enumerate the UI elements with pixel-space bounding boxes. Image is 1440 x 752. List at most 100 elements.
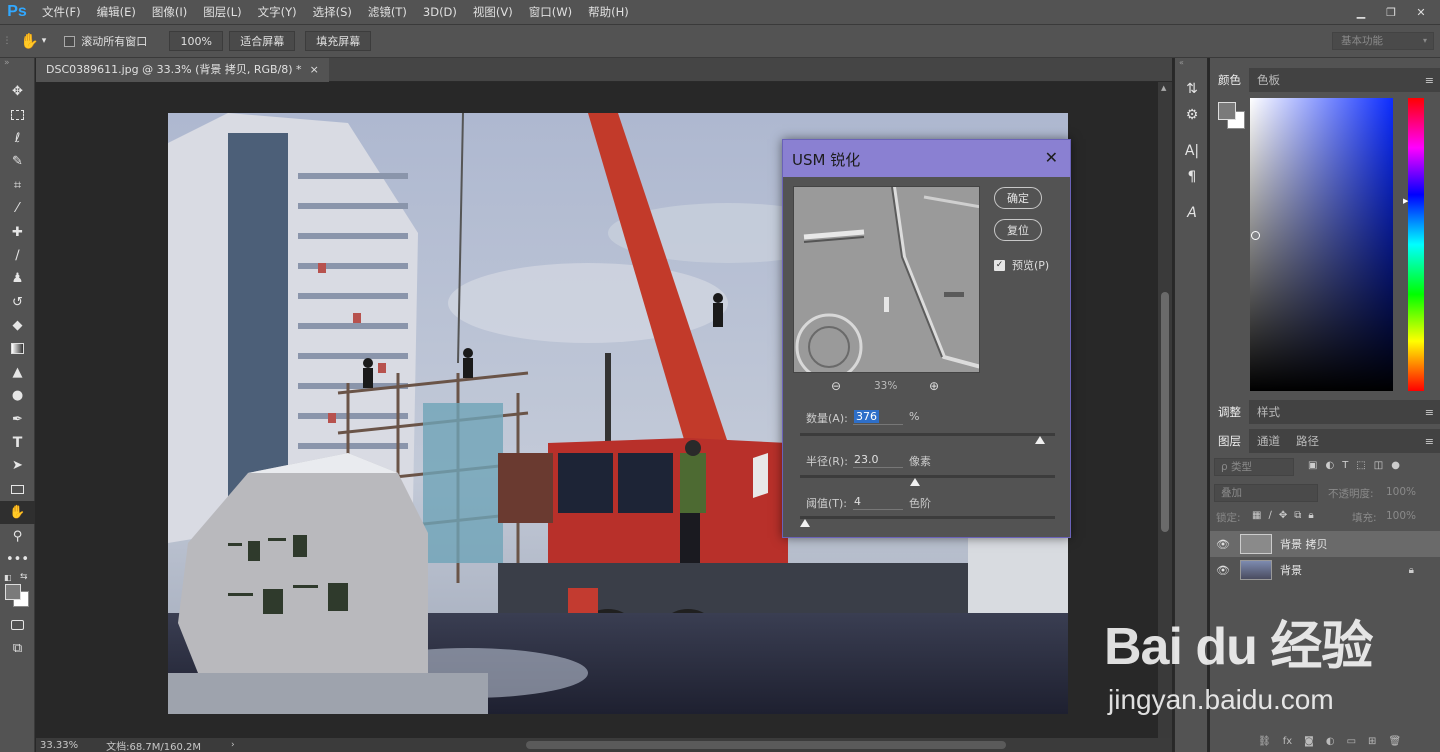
delete-layer-icon[interactable]: 🗑︎ <box>1388 736 1401 747</box>
dodge-tool-icon[interactable]: ● <box>0 384 35 407</box>
zoom-out-icon[interactable]: ⊖ <box>831 379 841 393</box>
filter-smart-icon[interactable]: ◫ <box>1374 460 1383 471</box>
lock-position-icon[interactable]: ✥ <box>1279 510 1287 521</box>
minimize-icon[interactable]: ▁ <box>1346 0 1376 24</box>
screen-mode-icon[interactable]: ⧉ <box>0 637 35 660</box>
menu-help[interactable]: 帮助(H) <box>580 0 637 24</box>
tab-layers[interactable]: 图层 <box>1210 429 1249 453</box>
tab-adjustments[interactable]: 调整 <box>1210 400 1249 424</box>
horizontal-scroll-thumb[interactable] <box>526 741 1006 749</box>
clone-stamp-tool-icon[interactable]: ♟ <box>0 267 35 290</box>
healing-brush-tool-icon[interactable]: ✚ <box>0 220 35 243</box>
color-panel-menu-icon[interactable]: ≡ <box>1425 74 1434 87</box>
scroll-all-windows[interactable]: 滚动所有窗口 <box>64 33 147 49</box>
layer-row-background-copy[interactable]: 👁︎ 背景 拷贝 <box>1210 531 1440 557</box>
link-layers-icon[interactable]: ⛓ <box>1258 736 1271 747</box>
radius-slider[interactable] <box>800 475 1055 478</box>
filter-toggle-icon[interactable]: ● <box>1391 460 1400 471</box>
zoom-100-button[interactable]: 100% <box>169 31 224 51</box>
crop-tool-icon[interactable]: ⌗ <box>0 174 35 197</box>
new-layer-icon[interactable]: ⊞ <box>1368 736 1376 747</box>
zoom-tool-icon[interactable]: ⚲ <box>0 524 35 547</box>
menu-window[interactable]: 窗口(W) <box>521 0 580 24</box>
zoom-in-icon[interactable]: ⊕ <box>929 379 939 393</box>
menu-file[interactable]: 文件(F) <box>34 0 89 24</box>
move-tool-icon[interactable]: ✥ <box>0 80 35 103</box>
adjust-panel-menu-icon[interactable]: ≡ <box>1425 406 1434 419</box>
tab-paths[interactable]: 路径 <box>1288 429 1327 453</box>
color-fg-swatch-front[interactable] <box>1218 102 1236 120</box>
layer-name[interactable]: 背景 拷贝 <box>1280 536 1328 552</box>
lock-artboard-icon[interactable]: ⧉ <box>1294 510 1301 521</box>
status-zoom[interactable]: 33.33% <box>40 740 78 751</box>
lock-all-icon[interactable]: 🔒︎ <box>1308 510 1313 521</box>
amount-input[interactable]: 376 <box>853 409 903 425</box>
pen-tool-icon[interactable]: ✒ <box>0 407 35 430</box>
quick-select-tool-icon[interactable]: ✎ <box>0 150 35 173</box>
tab-channels[interactable]: 通道 <box>1249 429 1288 453</box>
preview-checkbox[interactable]: ✓ <box>994 259 1005 271</box>
vertical-scroll-thumb[interactable] <box>1161 292 1169 532</box>
opacity-value[interactable]: 100% <box>1386 486 1432 498</box>
marquee-tool-icon[interactable] <box>0 103 35 126</box>
threshold-slider-thumb[interactable] <box>800 519 811 527</box>
layer-kind-filter[interactable]: ρ 类型 <box>1214 458 1294 476</box>
blur-tool-icon[interactable]: ▲ <box>0 361 35 384</box>
rectangle-tool-icon[interactable] <box>0 478 35 501</box>
collapse-toolbar-icon[interactable]: » <box>0 58 34 80</box>
fill-screen-button[interactable]: 填充屏幕 <box>305 31 372 51</box>
tab-swatches[interactable]: 色板 <box>1249 68 1288 92</box>
paragraph-panel-icon[interactable]: ¶ <box>1175 164 1209 190</box>
filter-pixel-icon[interactable]: ▣ <box>1308 460 1317 471</box>
menu-image[interactable]: 图像(I) <box>144 0 195 24</box>
tab-color[interactable]: 颜色 <box>1210 68 1249 92</box>
default-colors-icon[interactable]: ◧ <box>4 573 12 582</box>
layer-visibility-eye-icon[interactable]: 👁︎ <box>1210 538 1236 551</box>
document-tab[interactable]: DSC0389611.jpg @ 33.3% (背景 拷贝, RGB/8) * … <box>36 58 329 82</box>
foreground-color-swatch[interactable] <box>5 584 21 601</box>
status-menu-arrow-icon[interactable]: › <box>231 740 235 750</box>
threshold-slider[interactable] <box>800 516 1055 519</box>
radius-slider-thumb[interactable] <box>909 478 920 486</box>
eraser-tool-icon[interactable]: ◆ <box>0 314 35 337</box>
fill-value[interactable]: 100% <box>1386 510 1416 522</box>
hue-slider[interactable] <box>1408 98 1424 391</box>
layer-style-icon[interactable]: fx <box>1283 736 1292 747</box>
color-picker-field[interactable] <box>1250 98 1393 391</box>
brush-tool-icon[interactable]: ∕ <box>0 244 35 267</box>
history-brush-tool-icon[interactable]: ↺ <box>0 291 35 314</box>
layers-panel-menu-icon[interactable]: ≡ <box>1425 435 1434 448</box>
swap-colors-icon[interactable]: ⇆ <box>20 572 28 582</box>
filter-adjust-icon[interactable]: ◐ <box>1325 460 1334 471</box>
filter-shape-icon[interactable]: ⬚ <box>1356 460 1365 471</box>
color-picker-cursor[interactable] <box>1251 231 1260 240</box>
menu-filter[interactable]: 滤镜(T) <box>360 0 415 24</box>
more-tools-icon[interactable]: ••• <box>0 548 35 571</box>
quick-mask-icon[interactable] <box>0 613 35 636</box>
menu-view[interactable]: 视图(V) <box>465 0 521 24</box>
reset-button[interactable]: 复位 <box>994 219 1042 241</box>
blend-mode-select[interactable]: 叠加 <box>1214 484 1318 502</box>
layer-row-background[interactable]: 👁︎ 背景 🔒︎ <box>1210 557 1440 583</box>
hand-tool-preset-icon[interactable]: ✋ ▾ <box>20 32 46 50</box>
layer-name[interactable]: 背景 <box>1280 562 1302 578</box>
restore-icon[interactable]: ❐ <box>1376 0 1406 24</box>
workspace-select[interactable]: 基本功能 ▾ <box>1332 32 1434 50</box>
tab-styles[interactable]: 样式 <box>1249 400 1288 424</box>
dialog-close-icon[interactable]: ✕ <box>1045 148 1058 167</box>
amount-slider[interactable] <box>800 433 1055 436</box>
gradient-tool-icon[interactable] <box>0 337 35 360</box>
eyedropper-tool-icon[interactable]: ⁄ <box>0 197 35 220</box>
scroll-up-icon[interactable]: ▲ <box>1161 84 1166 92</box>
new-adjustment-icon[interactable]: ◐ <box>1326 736 1335 747</box>
menu-edit[interactable]: 编辑(E) <box>89 0 144 24</box>
lock-image-icon[interactable]: ∕ <box>1268 510 1271 521</box>
new-group-icon[interactable]: ▭ <box>1347 736 1356 747</box>
radius-input[interactable]: 23.0 <box>853 452 903 468</box>
add-mask-icon[interactable]: ◙ <box>1304 736 1314 747</box>
threshold-input[interactable]: 4 <box>853 494 903 510</box>
character-panel-icon[interactable]: A| <box>1175 138 1209 164</box>
close-tab-icon[interactable]: × <box>310 58 319 82</box>
fit-screen-button[interactable]: 适合屏幕 <box>229 31 296 51</box>
close-window-icon[interactable]: ✕ <box>1406 0 1436 24</box>
